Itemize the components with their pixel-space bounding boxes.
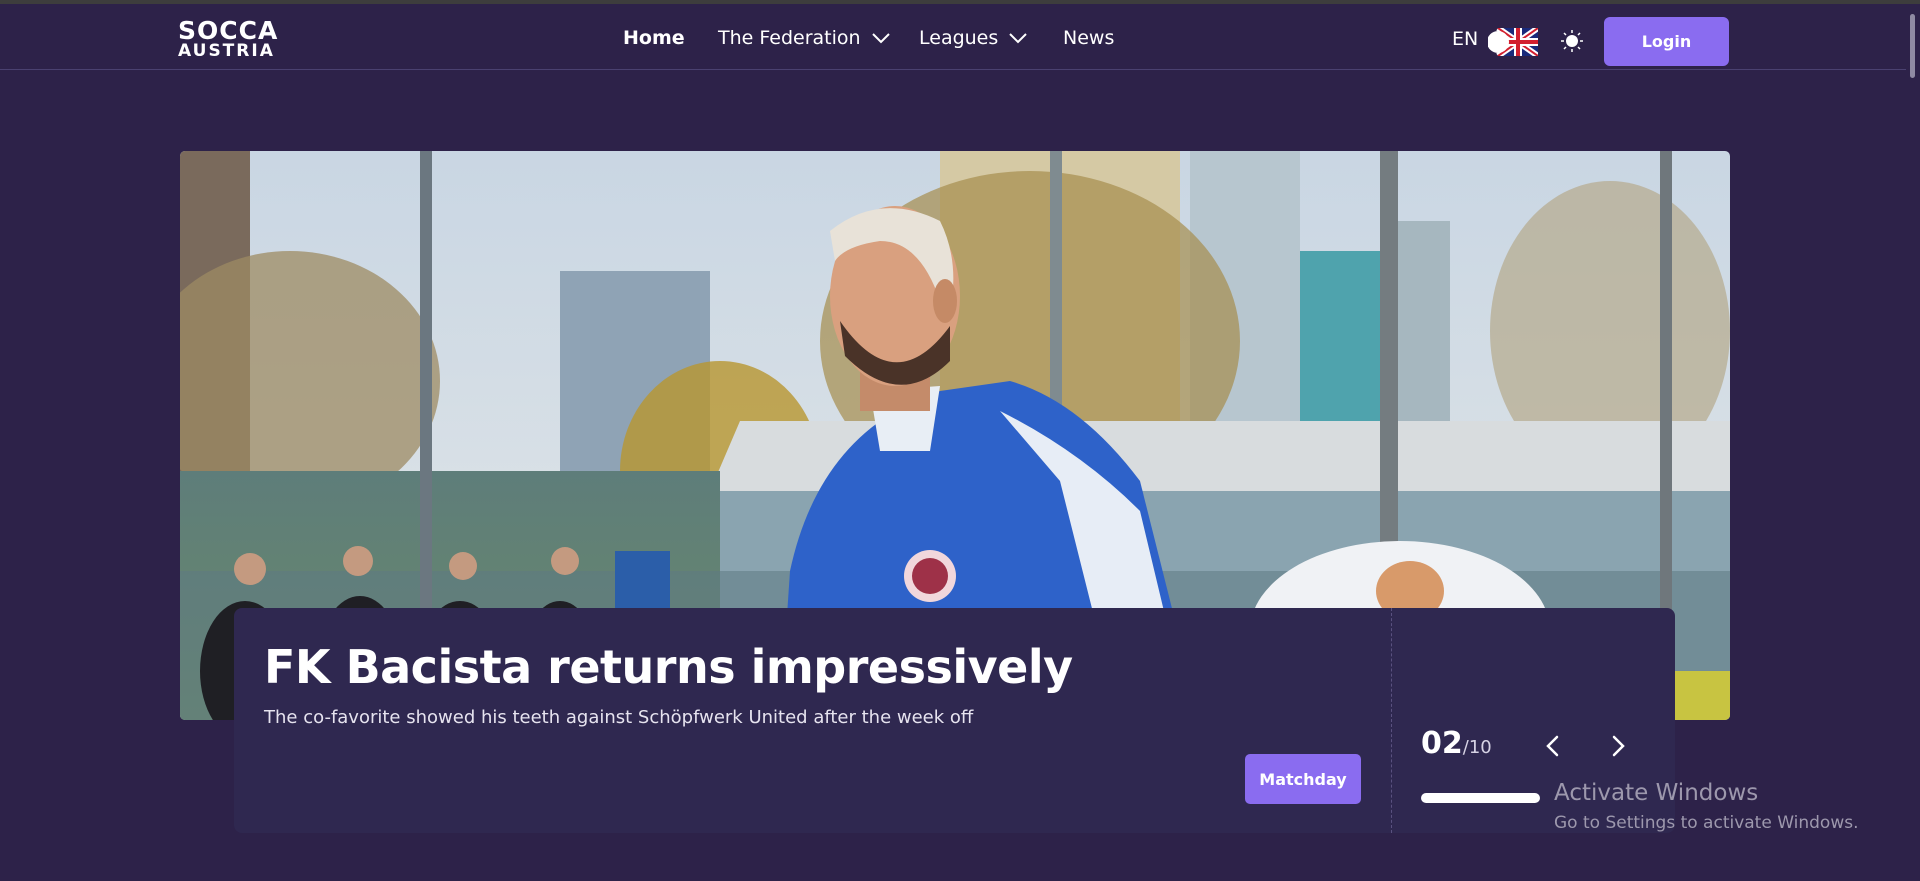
nav-item-label: Home [623,27,685,49]
caption-divider [1391,608,1392,833]
nav-item-leagues[interactable]: Leagues [919,27,1028,49]
site-header: SOCCA AUSTRIA Home The Federation League… [0,4,1906,70]
uk-flag-icon[interactable] [1488,28,1538,56]
nav-item-home[interactable]: Home [623,27,685,49]
slide-progress-bar [1421,793,1540,803]
language-code[interactable]: EN [1452,28,1478,50]
activate-windows-subtitle: Go to Settings to activate Windows. [1554,813,1859,833]
login-button[interactable]: Login [1604,17,1729,66]
nav-item-label: The Federation [718,27,861,49]
chevron-left-icon[interactable] [1543,734,1563,758]
hero-headline[interactable]: FK Bacista returns impressively [264,640,1073,694]
activate-windows-title: Activate Windows [1554,780,1759,806]
chevron-right-icon[interactable] [1608,734,1628,758]
site-logo[interactable]: SOCCA AUSTRIA [178,18,288,62]
nav-item-the-federation[interactable]: The Federation [718,27,891,49]
scrollbar-track[interactable] [1906,4,1920,881]
nav-item-label: Leagues [919,27,999,49]
slide-current: 02 [1421,726,1463,761]
scrollbar-thumb[interactable] [1910,14,1915,78]
chevron-down-icon [871,33,890,44]
sun-icon[interactable] [1561,30,1583,52]
nav-item-news[interactable]: News [1063,27,1114,49]
nav-item-label: News [1063,27,1115,49]
matchday-tag-button[interactable]: Matchday [1245,754,1361,804]
hero-subline: The co-favorite showed his teeth against… [264,707,974,728]
chevron-down-icon [1009,33,1027,44]
logo-line-2: AUSTRIA [178,41,275,61]
slide-total: /10 [1462,737,1492,758]
logo-line-1: SOCCA [178,16,279,45]
slide-counter: 02/10 [1421,726,1492,761]
